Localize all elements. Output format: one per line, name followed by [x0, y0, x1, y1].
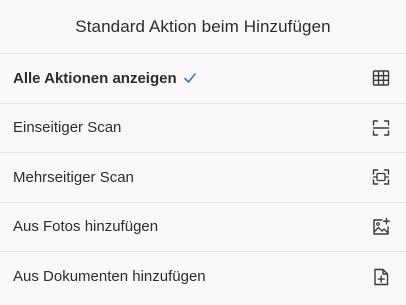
option-label: Aus Fotos hinzufügen: [13, 218, 159, 236]
option-add-from-documents[interactable]: Aus Dokumenten hinzufügen: [0, 252, 406, 302]
option-left: Aus Dokumenten hinzufügen: [13, 268, 206, 285]
options-list: Alle Aktionen anzeigen Einseitiger Scan …: [0, 54, 406, 302]
option-left: Einseitiger Scan: [13, 119, 121, 136]
checkmark-icon: [183, 71, 197, 85]
grid-icon: [371, 68, 391, 88]
option-left: Alle Aktionen anzeigen: [13, 70, 197, 87]
option-label: Mehrseitiger Scan: [13, 168, 134, 186]
scan-single-icon: [371, 118, 391, 138]
add-document-icon: [371, 267, 391, 287]
option-add-from-photos[interactable]: Aus Fotos hinzufügen: [0, 203, 406, 252]
option-left: Mehrseitiger Scan: [13, 169, 134, 186]
option-show-all-actions[interactable]: Alle Aktionen anzeigen: [0, 54, 406, 104]
option-single-page-scan[interactable]: Einseitiger Scan: [0, 104, 406, 153]
option-label: Einseitiger Scan: [13, 119, 122, 137]
sheet-title: Standard Aktion beim Hinzufügen: [75, 16, 331, 36]
scan-multi-icon: [371, 167, 391, 187]
option-left: Aus Fotos hinzufügen: [13, 218, 158, 235]
option-label: Alle Aktionen anzeigen: [13, 69, 177, 87]
add-photo-icon: [371, 217, 391, 237]
sheet-header: Standard Aktion beim Hinzufügen: [0, 0, 406, 54]
action-sheet: Standard Aktion beim Hinzufügen Alle Akt…: [0, 0, 406, 305]
option-label: Aus Dokumenten hinzufügen: [13, 268, 206, 286]
option-multi-page-scan[interactable]: Mehrseitiger Scan: [0, 153, 406, 203]
